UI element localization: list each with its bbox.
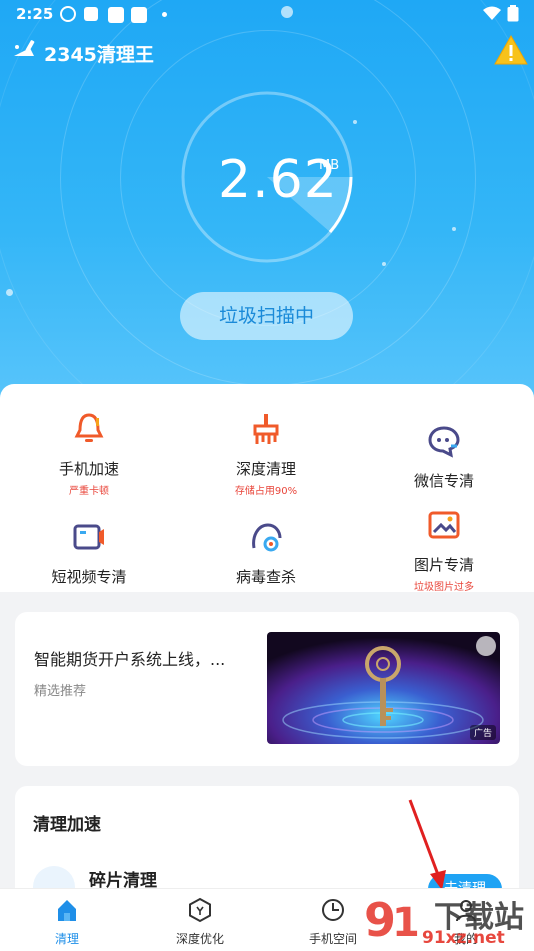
feature-label: 图片专清 [413, 556, 474, 574]
decor-dot [6, 289, 13, 296]
video-icon [73, 524, 104, 550]
scan-size-unit: MB [319, 158, 340, 173]
feature-label: 短视频专清 [51, 568, 127, 586]
status-time: 2:25 [16, 5, 54, 23]
scan-button[interactable]: 垃圾扫描中 [180, 292, 353, 340]
bell-rocket-icon [74, 413, 104, 442]
feature-label: 手机加速 [58, 460, 119, 478]
notification-icon [131, 7, 147, 23]
notification-a-icon [84, 7, 98, 21]
chat-bubble-icon [428, 426, 460, 458]
section-title: 清理加速 [33, 815, 101, 835]
home-clean-icon [58, 900, 76, 921]
wifi-icon [483, 6, 501, 20]
ad-card[interactable]: 智能期货开户系统上线，... 精选推荐 广告 [15, 612, 519, 766]
decor-dot [382, 262, 386, 266]
ad-tag: 广告 [469, 725, 496, 740]
virus-shield-icon [252, 523, 282, 552]
watermark-logo-icon: 9 1 [364, 893, 420, 947]
decor-dot [452, 227, 456, 231]
tab-deep-optimize[interactable]: 深度优化 [150, 897, 250, 947]
feature-alert: 严重卡顿 [69, 486, 109, 497]
tab-label: 清理 [54, 932, 79, 946]
annotation-arrow-icon [408, 799, 446, 890]
app-logo-icon [14, 40, 35, 56]
feature-short-video-clean[interactable]: 短视频专清 [19, 520, 159, 587]
more-dot-icon [162, 12, 167, 17]
broom-icon [253, 414, 279, 444]
sync-icon [60, 6, 76, 22]
warning-icon[interactable] [494, 34, 528, 66]
feature-phone-boost[interactable]: 手机加速 严重卡顿 [19, 412, 159, 497]
key-illustration [267, 632, 500, 744]
feature-label: 病毒查杀 [235, 568, 296, 586]
battery-icon [507, 5, 519, 22]
clock-pie-icon [322, 899, 344, 921]
tab-clean[interactable]: 清理 [17, 897, 117, 947]
feature-label: 深度清理 [235, 460, 296, 478]
feature-alert: 存储占用90% [234, 486, 298, 497]
svg-text:1: 1 [392, 900, 420, 946]
watermark-domain: 91xz.net [422, 928, 505, 948]
ad-subtitle: 精选推荐 [34, 684, 87, 699]
ad-image[interactable]: 广告 [267, 632, 500, 744]
hexagon-icon [189, 897, 211, 923]
notification-icon [108, 7, 124, 23]
feature-virus-scan[interactable]: 病毒查杀 [196, 520, 336, 587]
feature-photo-clean[interactable]: 图片专清 垃圾图片过多 [374, 508, 514, 593]
tab-label: 深度优化 [175, 932, 224, 946]
app-title: 2345清理王 [44, 44, 154, 66]
image-icon [428, 511, 460, 539]
ad-title: 智能期货开户系统上线，... [34, 650, 226, 669]
feature-wechat-clean[interactable]: 微信专清 [374, 424, 514, 491]
feature-grid: 手机加速 严重卡顿 深度清理 存储占用90% 微信专清 短视频专清 病毒查杀 图… [0, 384, 534, 593]
site-watermark: 9 1 下载站 91xz.net [362, 888, 534, 950]
feature-deep-clean[interactable]: 深度清理 存储占用90% [196, 412, 336, 497]
feature-alert: 垃圾图片过多 [414, 582, 474, 593]
status-bar: 2:25 [0, 0, 534, 28]
app-bar: 2345清理王 [0, 30, 534, 76]
feature-label: 微信专清 [413, 472, 474, 490]
ad-close-icon[interactable] [476, 636, 496, 656]
